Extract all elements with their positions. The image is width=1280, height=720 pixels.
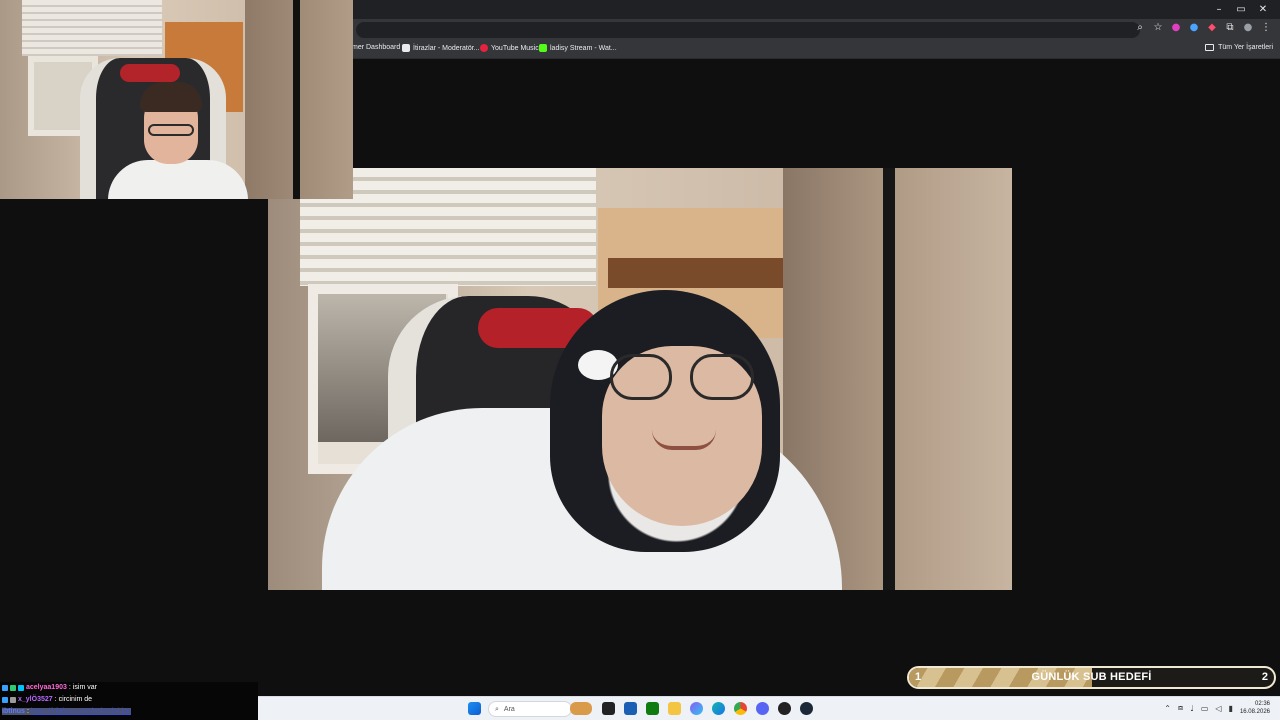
bookmark-dashboard[interactable]: mer Dashboard	[352, 44, 400, 51]
kick-icon	[539, 44, 547, 52]
chat-message: x_ylÖ3527 : circinim de	[2, 696, 92, 703]
all-bookmarks-button[interactable]: Tüm Yer İşaretleri	[1205, 44, 1273, 51]
file-explorer-icon[interactable]	[668, 702, 681, 715]
discord-icon[interactable]	[756, 702, 769, 715]
chat-message: acelyaa1903 : isim var	[2, 684, 97, 691]
widget-burger-icon[interactable]	[570, 702, 592, 715]
bookmark-star-icon[interactable]: ☆	[1152, 22, 1164, 34]
extension-pink-icon[interactable]: ●	[1170, 22, 1182, 34]
extensions-puzzle-icon[interactable]: ⧉	[1224, 22, 1236, 34]
document-icon	[402, 44, 410, 52]
close-button[interactable]: ✕	[1252, 2, 1274, 17]
task-view-icon[interactable]	[602, 702, 615, 715]
bookmark-youtube-music[interactable]: YouTube Music	[480, 44, 539, 52]
chat-message: ibtinus : https://i.ibtinus.com/tmk9nbrl…	[2, 708, 131, 715]
glasses	[148, 124, 194, 136]
search-placeholder: Ara	[503, 705, 515, 713]
stream-video	[268, 168, 1012, 590]
address-bar[interactable]	[356, 22, 1140, 38]
webcam-overlay	[0, 0, 353, 199]
microphone-icon[interactable]: ♩	[1190, 704, 1194, 713]
clock-time: 02:36	[1254, 701, 1270, 707]
sub-goal-bar: 1 GÜNLÜK SUB HEDEFİ 2	[907, 666, 1276, 689]
chat-username[interactable]: ibtinus	[2, 708, 25, 715]
hair	[140, 82, 202, 112]
window-blind	[22, 0, 162, 56]
taskbar-search[interactable]: ⌕ Ara	[488, 701, 572, 717]
chat-separator: :	[26, 708, 29, 715]
chat-text: isim var	[72, 684, 97, 691]
all-bookmarks-label: Tüm Yer İşaretleri	[1218, 44, 1273, 51]
sub-badge-icon	[2, 684, 8, 691]
battery-icon[interactable]: ▮	[1229, 704, 1233, 713]
chevron-up-icon[interactable]: ⌃	[1164, 704, 1171, 713]
extension-red-icon[interactable]: ◆	[1206, 22, 1218, 34]
bookmark-label: mer Dashboard	[352, 44, 401, 51]
menu-kebab-icon[interactable]: ⋮	[1260, 22, 1272, 34]
start-windows-icon[interactable]	[468, 702, 481, 715]
chat-text: circinim de	[58, 696, 93, 703]
extension-blue-icon[interactable]: ●	[1188, 22, 1200, 34]
chat-separator: :	[54, 696, 57, 703]
clock[interactable]: 02:36 16.08.2026	[1240, 700, 1270, 716]
gift-badge-icon	[10, 696, 16, 703]
edge-icon[interactable]	[712, 702, 725, 715]
bookmark-label: ladisy Stream - Wat...	[550, 44, 617, 52]
window-controls: – ▭ ✕	[1208, 2, 1274, 17]
chat-separator: :	[68, 684, 71, 691]
bookmark-label: İtirazlar - Moderatör...	[413, 44, 480, 52]
folder-icon	[1205, 44, 1215, 51]
sub-goal-target: 2	[1261, 671, 1268, 683]
profile-avatar[interactable]: ●	[1242, 22, 1254, 34]
xbox-icon[interactable]	[646, 702, 659, 715]
chat-overlay: acelyaa1903 : isim var x_ylÖ3527 : circi…	[0, 682, 258, 720]
chat-username[interactable]: acelyaa1903	[26, 684, 67, 691]
sub-badge-icon	[2, 696, 8, 703]
bookmark-kick-stream[interactable]: ladisy Stream - Wat...	[539, 44, 617, 52]
clock-date: 16.08.2026	[1239, 709, 1270, 715]
obs-icon[interactable]	[778, 702, 791, 715]
microsoft-store-icon[interactable]	[624, 702, 637, 715]
chrome-icon[interactable]	[734, 702, 747, 715]
app-tray-icon[interactable]: ⧈	[1178, 703, 1183, 713]
zoom-icon[interactable]: ⌕	[1134, 22, 1146, 34]
copilot-icon[interactable]	[690, 702, 703, 715]
mod-badge-icon	[10, 684, 16, 691]
sub-goal-title: GÜNLÜK SUB HEDEFİ	[1031, 671, 1152, 683]
vip-badge-icon	[18, 684, 24, 691]
system-tray: ⌃ ⧈ ♩ ▭ ◁ ▮ 02:36 16.08.2026	[1164, 700, 1270, 716]
search-icon: ⌕	[495, 704, 499, 713]
light-stand	[883, 168, 895, 590]
volume-icon[interactable]: ◁	[1215, 704, 1221, 713]
bookmark-label: YouTube Music	[491, 44, 539, 52]
network-icon[interactable]: ▭	[1201, 704, 1209, 713]
white-shirt	[108, 160, 248, 199]
screen: – ▭ ✕ ⌕ ☆ ● ● ◆ ⧉ ● ⋮ mer Dashboard İtir…	[0, 0, 1280, 720]
taskbar: ⌕ Ara ⌃ ⧈ ♩ ▭ ◁ ▮ 02:36 16.08.2026	[258, 696, 1280, 720]
maximize-button[interactable]: ▭	[1230, 2, 1252, 17]
chat-link[interactable]: https://i.ibtinus.com/tmk9nbrl.jpg	[31, 708, 131, 715]
toolbar-icons: ⌕ ☆ ● ● ◆ ⧉ ● ⋮	[1134, 22, 1272, 34]
glasses	[610, 354, 672, 400]
minimize-button[interactable]: –	[1208, 2, 1230, 17]
light-stand	[293, 0, 300, 199]
chat-username[interactable]: x_ylÖ3527	[18, 696, 53, 703]
steam-icon[interactable]	[800, 702, 813, 715]
youtube-music-icon	[480, 44, 488, 52]
bookmark-itirazlar[interactable]: İtirazlar - Moderatör...	[402, 44, 480, 52]
